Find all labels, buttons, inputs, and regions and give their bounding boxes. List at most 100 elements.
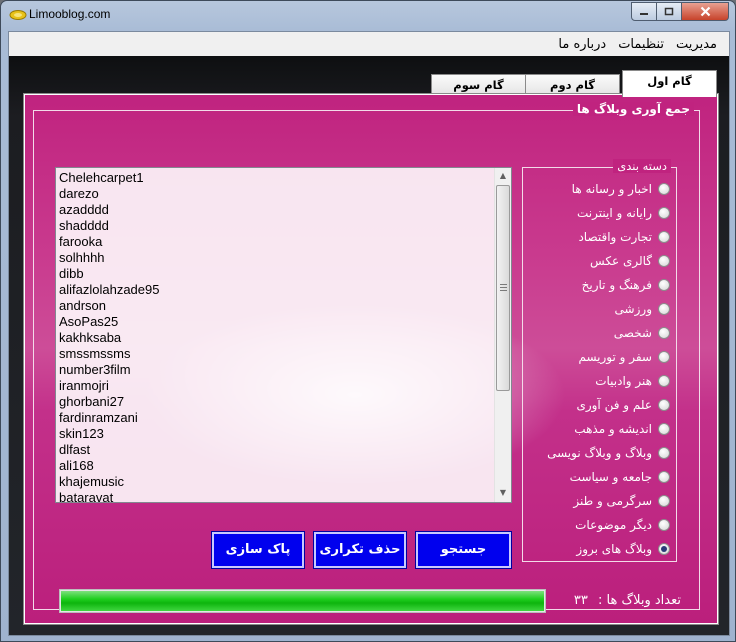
- menu-management[interactable]: مدیریت: [670, 37, 723, 52]
- menu-bar: مدیریت تنظیمات درباره ما: [9, 32, 729, 56]
- list-item[interactable]: ghorbani27: [59, 394, 492, 410]
- close-icon: [700, 6, 710, 17]
- category-radio[interactable]: وبلاگ و وبلاگ نویسی: [547, 444, 670, 462]
- pink-panel: جمع آوری وبلاگ ها Chelehcarpet1 darezo aza…: [25, 95, 717, 623]
- category-label: علم و فن آوری: [576, 398, 652, 412]
- radio-unchecked-icon[interactable]: [658, 207, 670, 219]
- category-radio[interactable]: ورزشی: [615, 300, 670, 318]
- close-button[interactable]: [682, 2, 729, 21]
- radio-unchecked-icon[interactable]: [658, 231, 670, 243]
- list-item[interactable]: azadddd: [59, 202, 492, 218]
- menu-settings[interactable]: تنظیمات: [612, 37, 670, 52]
- list-item[interactable]: dlfast: [59, 442, 492, 458]
- category-radio[interactable]: سرگرمی و طنز: [573, 492, 670, 510]
- list-item[interactable]: khajemusic: [59, 474, 492, 490]
- list-item[interactable]: skin123: [59, 426, 492, 442]
- list-scrollbar[interactable]: ▲ ▼: [494, 168, 511, 502]
- scroll-thumb[interactable]: [496, 185, 510, 391]
- remove-duplicates-button[interactable]: حذف تکراری: [313, 531, 407, 569]
- radio-unchecked-icon[interactable]: [658, 303, 670, 315]
- category-radio[interactable]: علم و فن آوری: [576, 396, 670, 414]
- category-radio[interactable]: وبلاگ های بروز: [576, 540, 670, 558]
- minimize-button[interactable]: [631, 2, 657, 21]
- weblog-count-label: تعداد وبلاگ ها :: [598, 593, 681, 608]
- list-item[interactable]: fardinramzani: [59, 410, 492, 426]
- client-area: مدیریت تنظیمات درباره ما گام اول گام دوم…: [8, 31, 730, 636]
- radio-unchecked-icon[interactable]: [658, 495, 670, 507]
- category-label: گالری عکس: [590, 254, 652, 268]
- radio-unchecked-icon[interactable]: [658, 255, 670, 267]
- list-item[interactable]: bataravat: [59, 490, 492, 502]
- category-label: هنر وادبیات: [595, 374, 652, 388]
- category-radio[interactable]: رایانه و اینترنت: [577, 204, 670, 222]
- category-label: دیگر موضوعات: [575, 518, 652, 532]
- category-radio[interactable]: فرهنگ و تاریخ: [582, 276, 670, 294]
- category-label: سرگرمی و طنز: [573, 494, 652, 508]
- radio-unchecked-icon[interactable]: [658, 399, 670, 411]
- category-radio[interactable]: جامعه و سیاست: [570, 468, 670, 486]
- window-title: Limooblog.com: [29, 7, 111, 21]
- collect-weblogs-title: جمع آوری وبلاگ ها: [572, 102, 694, 116]
- tab-step-1[interactable]: گام اول: [622, 70, 717, 97]
- list-item[interactable]: kakhksaba: [59, 330, 492, 346]
- title-bar[interactable]: Limooblog.com: [1, 1, 735, 31]
- radio-checked-icon[interactable]: [658, 543, 670, 555]
- radio-unchecked-icon[interactable]: [658, 423, 670, 435]
- menu-about[interactable]: درباره ما: [552, 37, 612, 52]
- list-item[interactable]: solhhhh: [59, 250, 492, 266]
- list-item[interactable]: shadddd: [59, 218, 492, 234]
- category-label: جامعه و سیاست: [569, 470, 652, 484]
- window-controls: [631, 2, 729, 21]
- list-item[interactable]: AsoPas25: [59, 314, 492, 330]
- maximize-icon: [664, 7, 674, 15]
- search-button[interactable]: جستجو: [415, 531, 512, 569]
- scroll-down-icon[interactable]: ▼: [495, 485, 511, 501]
- list-item[interactable]: darezo: [59, 186, 492, 202]
- category-label: شخصی: [613, 326, 652, 340]
- category-label: اخبار و رسانه ها: [571, 182, 652, 196]
- app-window: Limooblog.com مدیریت تنظیمات درباره ما گ…: [0, 0, 736, 642]
- list-item[interactable]: andrson: [59, 298, 492, 314]
- clear-button[interactable]: پاک سازی: [211, 531, 305, 569]
- list-item[interactable]: smssmssms: [59, 346, 492, 362]
- scroll-up-icon[interactable]: ▲: [495, 168, 511, 184]
- progress-fill: [61, 591, 544, 611]
- category-label: ورزشی: [614, 302, 652, 316]
- category-group: دسته بندی اخبار و رسانه ها رایانه و اینتر…: [522, 159, 677, 562]
- list-item[interactable]: ali168: [59, 458, 492, 474]
- category-label: اندیشه و مذهب: [574, 422, 652, 436]
- radio-unchecked-icon[interactable]: [658, 183, 670, 195]
- radio-unchecked-icon[interactable]: [658, 447, 670, 459]
- category-radio[interactable]: شخصی: [614, 324, 670, 342]
- weblog-list[interactable]: Chelehcarpet1 darezo azadddd shadddd farooka…: [55, 167, 512, 503]
- list-item[interactable]: dibb: [59, 266, 492, 282]
- weblog-list-items: Chelehcarpet1 darezo azadddd shadddd farooka…: [56, 168, 495, 502]
- radio-unchecked-icon[interactable]: [658, 375, 670, 387]
- category-label: فرهنگ و تاریخ: [581, 278, 652, 292]
- weblog-count: تعداد وبلاگ ها : ۳۳: [574, 593, 681, 608]
- category-label: سفر و توریسم: [578, 350, 652, 364]
- radio-unchecked-icon[interactable]: [658, 519, 670, 531]
- list-item[interactable]: farooka: [59, 234, 492, 250]
- radio-unchecked-icon[interactable]: [658, 327, 670, 339]
- list-item[interactable]: alifazlolahzade95: [59, 282, 492, 298]
- category-radio[interactable]: اخبار و رسانه ها: [572, 180, 670, 198]
- progress-bar: [59, 589, 546, 613]
- category-label: رایانه و اینترنت: [577, 206, 652, 220]
- category-radio[interactable]: اندیشه و مذهب: [574, 420, 670, 438]
- radio-unchecked-icon[interactable]: [658, 279, 670, 291]
- list-item[interactable]: Chelehcarpet1: [59, 170, 492, 186]
- tab-page: جمع آوری وبلاگ ها Chelehcarpet1 darezo aza…: [23, 93, 719, 625]
- category-label: تجارت واقتصاد: [578, 230, 652, 244]
- category-radio[interactable]: گالری عکس: [590, 252, 670, 270]
- app-logo-icon: [9, 10, 27, 20]
- category-radio[interactable]: هنر وادبیات: [595, 372, 670, 390]
- category-radio[interactable]: سفر و توریسم: [578, 348, 670, 366]
- category-radio[interactable]: دیگر موضوعات: [575, 516, 670, 534]
- list-item[interactable]: number3film: [59, 362, 492, 378]
- category-radio[interactable]: تجارت واقتصاد: [578, 228, 670, 246]
- radio-unchecked-icon[interactable]: [658, 351, 670, 363]
- maximize-button[interactable]: [657, 2, 682, 21]
- list-item[interactable]: iranmojri: [59, 378, 492, 394]
- radio-unchecked-icon[interactable]: [658, 471, 670, 483]
